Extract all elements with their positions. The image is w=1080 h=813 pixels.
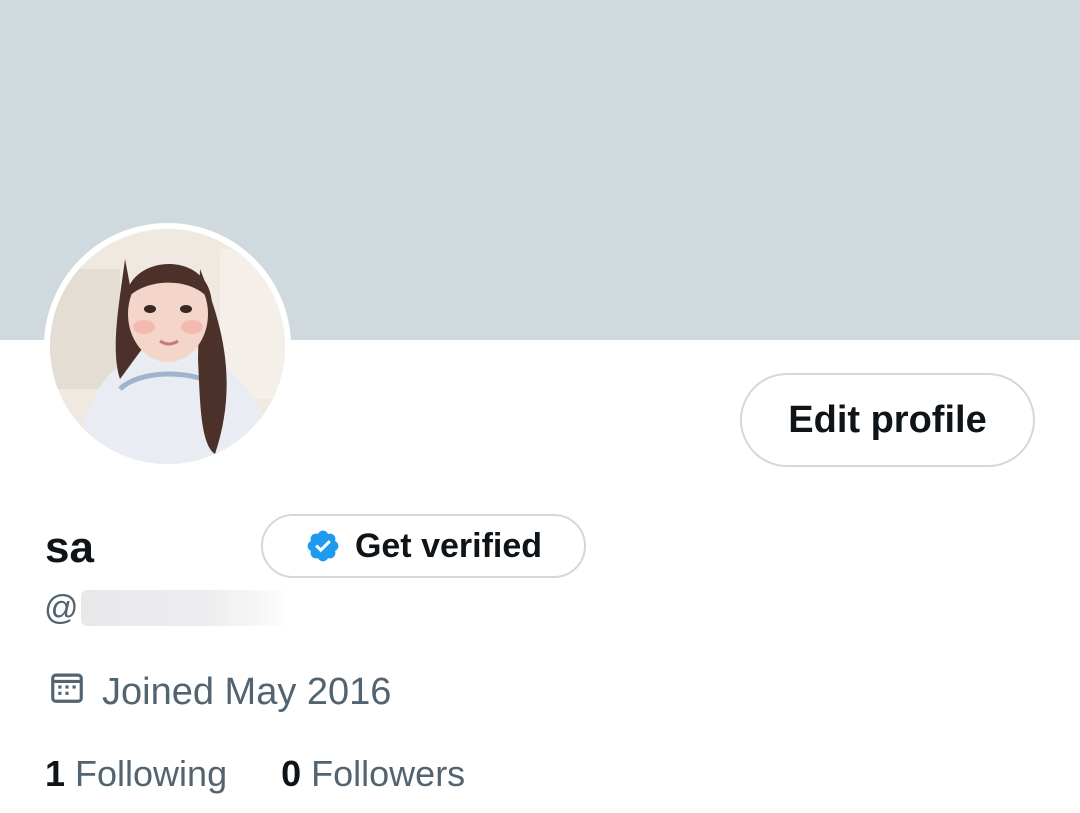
verified-badge-icon	[305, 528, 341, 564]
following-link[interactable]: 1 Following	[45, 753, 227, 795]
followers-link[interactable]: 0 Followers	[281, 753, 465, 795]
profile-avatar[interactable]	[44, 223, 291, 470]
get-verified-button[interactable]: Get verified	[261, 514, 586, 578]
following-count: 1	[45, 753, 66, 794]
followers-count: 0	[281, 753, 302, 794]
edit-profile-button[interactable]: Edit profile	[740, 373, 1035, 467]
edit-profile-label: Edit profile	[788, 398, 987, 441]
get-verified-label: Get verified	[354, 526, 543, 565]
followers-label: Followers	[311, 753, 466, 794]
profile-handle: @	[44, 588, 291, 628]
following-label: Following	[75, 753, 228, 794]
profile-page: Edit profile sa Get verified @ Joined Ma…	[0, 0, 1080, 813]
join-date: Joined May 2016	[48, 668, 391, 716]
handle-at-symbol: @	[44, 588, 79, 627]
handle-redacted	[80, 590, 291, 626]
calendar-icon	[48, 668, 86, 716]
join-date-text: Joined May 2016	[102, 670, 392, 713]
profile-stats: 1 Following 0 Followers	[45, 750, 465, 798]
avatar-photo	[50, 229, 285, 464]
display-name: sa	[45, 523, 94, 572]
